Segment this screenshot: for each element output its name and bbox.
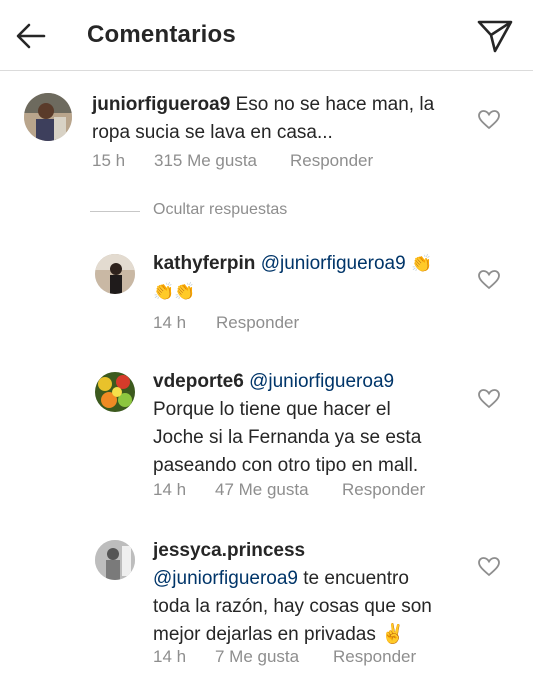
reply-button[interactable]: Responder <box>290 151 373 171</box>
comment-text: te encuentro <box>303 568 409 589</box>
back-arrow-icon[interactable] <box>14 19 48 53</box>
hide-replies-button[interactable]: Ocultar respuestas <box>153 201 287 219</box>
comment-username[interactable]: vdeporte6 <box>153 371 244 392</box>
comment-likes[interactable]: 47 Me gusta <box>215 480 309 500</box>
comment-text-cont: toda la razón, hay cosas que son <box>153 596 432 617</box>
comment-time: 14 h <box>153 647 187 666</box>
emoji-text-cont: 👏👏 <box>153 282 196 301</box>
comment-time: 15 h <box>92 151 126 170</box>
comment-likes[interactable]: 315 Me gusta <box>154 151 257 171</box>
reply-button[interactable]: Responder <box>342 480 425 500</box>
avatar[interactable] <box>95 540 135 580</box>
like-heart-icon[interactable] <box>478 110 500 130</box>
like-heart-icon[interactable] <box>478 270 500 290</box>
comment-time: 14 h <box>153 480 187 499</box>
emoji-text: 👏 <box>410 254 433 273</box>
comment-username[interactable]: jessyca.princess <box>153 540 305 561</box>
comment-username[interactable]: juniorfigueroa9 <box>92 94 230 115</box>
like-heart-icon[interactable] <box>478 557 500 577</box>
mention-link[interactable]: @juniorfigueroa9 <box>261 253 406 274</box>
divider-line <box>90 211 140 212</box>
direct-send-icon[interactable] <box>476 18 514 54</box>
comment-text-cont: paseando con otro tipo en mall. <box>153 455 419 476</box>
mention-link[interactable]: @juniorfigueroa9 <box>153 568 298 589</box>
comment-text: Porque lo tiene que hacer el <box>153 399 391 420</box>
comment-username[interactable]: kathyferpin <box>153 253 255 274</box>
mention-link[interactable]: @juniorfigueroa9 <box>249 371 394 392</box>
avatar[interactable] <box>24 93 72 141</box>
comment-text-cont: Joche si la Fernanda ya se esta <box>153 427 422 448</box>
avatar[interactable] <box>95 254 135 294</box>
comment-text-cont: mejor dejarlas en privadas ✌ <box>153 624 405 645</box>
comment-likes[interactable]: 7 Me gusta <box>215 647 299 667</box>
avatar[interactable] <box>95 372 135 412</box>
comment-text-cont: ropa sucia se lava en casa... <box>92 122 333 143</box>
page-title: Comentarios <box>87 21 236 48</box>
like-heart-icon[interactable] <box>478 389 500 409</box>
reply-button[interactable]: Responder <box>216 313 299 333</box>
top-bar: Comentarios <box>0 0 533 71</box>
comment-text: Eso no se hace man, la <box>235 94 435 115</box>
comment-time: 14 h <box>153 313 187 332</box>
reply-button[interactable]: Responder <box>333 647 416 667</box>
